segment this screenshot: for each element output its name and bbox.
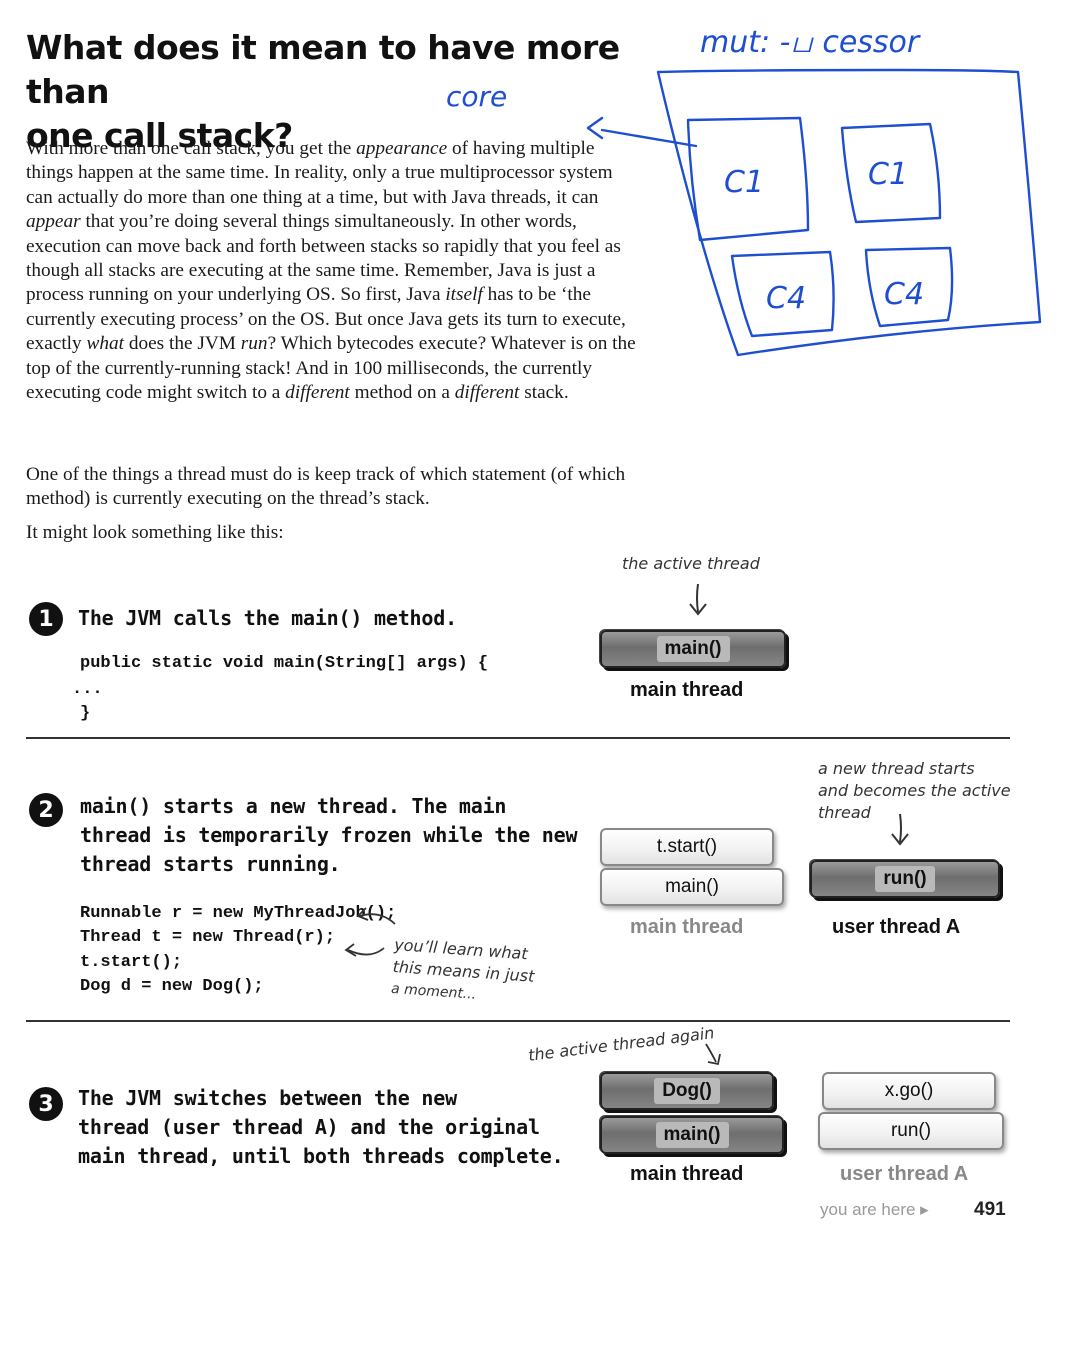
step-3-heading: The JVM switches between the new thread … — [78, 1086, 564, 1168]
step-3-badge: 3 — [29, 1087, 63, 1121]
ink-c4-a: C4 — [766, 281, 806, 316]
step-3-user-label: user thread A — [840, 1163, 969, 1185]
step-2-main-label: main thread — [630, 916, 744, 938]
step-2-tstart-frame: t.start() — [600, 828, 774, 866]
divider-1 — [26, 737, 1010, 739]
you-are-here: you are here ▸ — [820, 1200, 929, 1219]
step-2-learn-note: you’ll learn what this means in just a m… — [390, 934, 536, 1003]
step-2-arrow — [891, 813, 909, 846]
step-2-main-frame: main() — [600, 868, 784, 906]
ink-c1-a: C1 — [724, 165, 764, 200]
step-2-learn-arrows — [344, 907, 396, 957]
step-2-code-line-4: Dog d = new Dog(); — [80, 977, 264, 996]
step-1-code-line-2: ... — [72, 680, 103, 699]
divider-2 — [26, 1020, 1010, 1022]
ink-top-scribble: mut: -ப cessor — [700, 25, 921, 60]
step-3-run-frame: run() — [818, 1112, 1004, 1150]
page-number: 491 — [974, 1199, 1006, 1220]
step-3-main-frame: main() — [600, 1116, 784, 1154]
ink-c1-b: C1 — [868, 157, 908, 192]
step-3-main-label: main thread — [630, 1163, 744, 1185]
step-1-heading: The JVM calls the main() method. — [78, 606, 457, 630]
step-3-arrow — [705, 1043, 721, 1066]
step-2-badge: 2 — [29, 793, 63, 827]
step-3-xgo-frame: x.go() — [822, 1072, 996, 1110]
step-1-main-frame: main() — [600, 630, 786, 668]
step-2-user-label: user thread A — [832, 916, 961, 938]
ink-core-note: core — [446, 80, 507, 113]
step-1-code-line-3: } — [80, 704, 91, 723]
step-1-stack-label: main thread — [630, 679, 744, 701]
step-1-code-line-1: public static void main(String[] args) { — [80, 654, 489, 673]
ink-c4-b: C4 — [884, 277, 924, 312]
step-1-active-note: the active thread — [622, 554, 760, 573]
step-1-arrow — [689, 583, 707, 616]
step-2-code-line-2: Thread t = new Thread(r); — [80, 928, 336, 947]
step-1-badge: 1 — [29, 602, 63, 636]
step-2-heading: main() starts a new thread. The main thr… — [80, 794, 578, 876]
step-2-code-line-3: t.start(); — [80, 953, 183, 972]
step-2-run-frame: run() — [810, 860, 1000, 898]
step-3-dog-frame: Dog() — [600, 1072, 774, 1110]
